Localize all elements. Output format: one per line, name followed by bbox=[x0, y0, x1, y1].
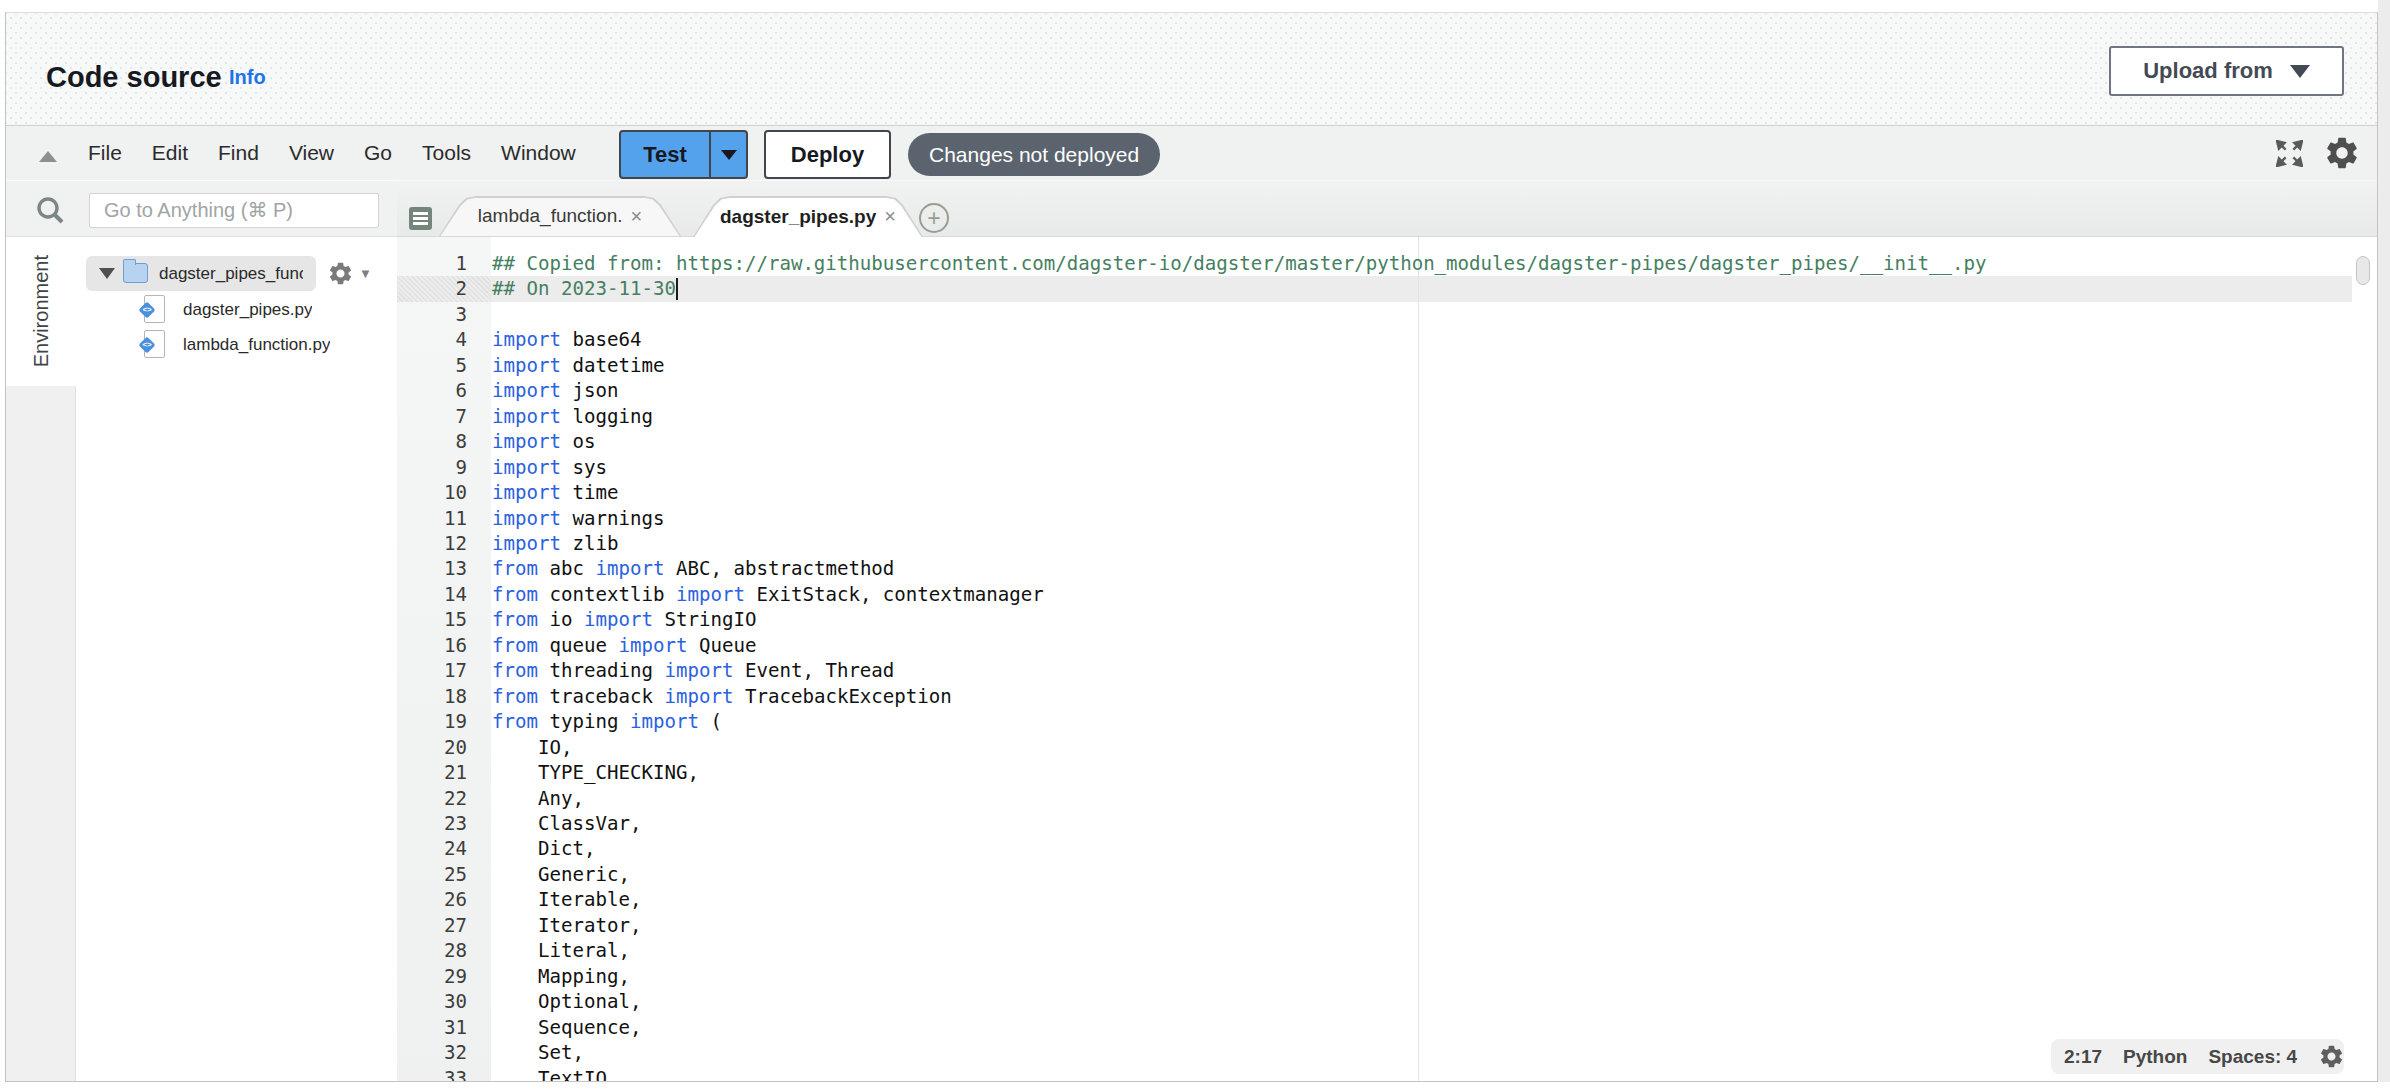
search-icon bbox=[35, 195, 65, 225]
vertical-scrollbar[interactable] bbox=[2356, 256, 2370, 285]
folder-settings-gear-icon[interactable]: ▼ bbox=[327, 256, 372, 291]
editor-tab-lambda-function-[interactable]: lambda_function. × bbox=[439, 196, 681, 236]
tree-row-dagster-pipes-py[interactable]: dagster_pipes.py bbox=[76, 292, 397, 327]
test-dropdown[interactable] bbox=[711, 132, 746, 177]
folder-label: dagster_pipes_funct bbox=[159, 256, 303, 291]
upload-from-button[interactable]: Upload from bbox=[2109, 46, 2344, 96]
settings-gear-icon[interactable] bbox=[2323, 134, 2361, 172]
menu-items: File Edit Find View Go Tools Window bbox=[88, 126, 576, 180]
python-file-icon bbox=[144, 295, 165, 323]
python-file-icon bbox=[144, 330, 165, 358]
test-button[interactable]: Test bbox=[619, 130, 748, 179]
menu-item-window[interactable]: Window bbox=[501, 141, 576, 165]
tab-list-icon[interactable] bbox=[409, 207, 432, 230]
panel-header: Code source Info Upload from bbox=[6, 13, 2377, 125]
menu-item-tools[interactable]: Tools bbox=[422, 141, 471, 165]
cursor-position[interactable]: 2:17 bbox=[2064, 1046, 2102, 1068]
chevron-down-icon bbox=[721, 150, 737, 160]
file-label: dagster_pipes.py bbox=[183, 292, 312, 327]
tab-label: dagster_pipes.py bbox=[720, 206, 876, 228]
file-tree: dagster_pipes_funct ▼ dagster_pipes.pylamb… bbox=[76, 237, 397, 1082]
tab-close-icon[interactable]: × bbox=[884, 205, 896, 228]
file-label: lambda_function.py bbox=[183, 327, 330, 362]
menu-item-edit[interactable]: Edit bbox=[152, 141, 188, 165]
page-background-right bbox=[2378, 0, 2390, 1082]
environment-strip: Environment bbox=[6, 237, 76, 1082]
tab-close-icon[interactable]: × bbox=[631, 205, 643, 228]
spaces-setting[interactable]: Spaces: 4 bbox=[2208, 1046, 2297, 1068]
menu-item-find[interactable]: Find bbox=[218, 141, 259, 165]
file-explorer-sidebar: Environment dagster_pipes_funct▼dagster_… bbox=[6, 181, 397, 1082]
tab-label: lambda_function. bbox=[478, 205, 623, 227]
tree-row-lambda-function-py[interactable]: lambda_function.py bbox=[76, 327, 397, 362]
menu-item-go[interactable]: Go bbox=[364, 141, 392, 165]
code-content: ## Copied from: https://raw.githubuserco… bbox=[492, 251, 1986, 1082]
environment-tab[interactable]: Environment bbox=[6, 237, 76, 386]
editor-status-bar: 2:17 Python Spaces: 4 bbox=[2051, 1039, 2344, 1074]
code-source-panel: Code source Info Upload from File Edit Fin… bbox=[5, 12, 2378, 1082]
menu-item-file[interactable]: File bbox=[88, 141, 122, 165]
line-numbers: 1234567891011121314151617181920212223242… bbox=[397, 251, 491, 1082]
search-input[interactable] bbox=[89, 193, 379, 228]
menu-item-view[interactable]: View bbox=[289, 141, 334, 165]
language-mode[interactable]: Python bbox=[2123, 1046, 2187, 1068]
deploy-button[interactable]: Deploy bbox=[764, 130, 891, 179]
editor-menubar: File Edit Find View Go Tools Window Test Deplo… bbox=[6, 125, 2377, 181]
tree-row-dagster-pipes-funct[interactable]: dagster_pipes_funct ▼ bbox=[76, 256, 397, 291]
status-gear-icon[interactable] bbox=[2318, 1043, 2345, 1070]
chevron-down-icon bbox=[2290, 65, 2310, 78]
new-tab-button[interactable]: + bbox=[919, 203, 949, 233]
code-editor[interactable]: 1234567891011121314151617181920212223242… bbox=[397, 237, 2377, 1082]
deploy-status-badge: Changes not deployed bbox=[908, 133, 1160, 176]
expander-arrow-icon[interactable] bbox=[99, 268, 115, 279]
info-link[interactable]: Info bbox=[229, 66, 266, 89]
editor-tab-dagster-pipes-py[interactable]: dagster_pipes.py × bbox=[693, 196, 923, 237]
search-band bbox=[6, 181, 397, 237]
collapse-panel-icon[interactable] bbox=[39, 151, 57, 162]
folder-icon bbox=[123, 263, 148, 283]
text-cursor bbox=[676, 278, 678, 300]
editor-tabbar: lambda_function. × dagster_pipes.py × + bbox=[397, 181, 2377, 237]
page-title: Code source bbox=[46, 61, 222, 94]
fullscreen-icon[interactable] bbox=[2276, 140, 2303, 167]
